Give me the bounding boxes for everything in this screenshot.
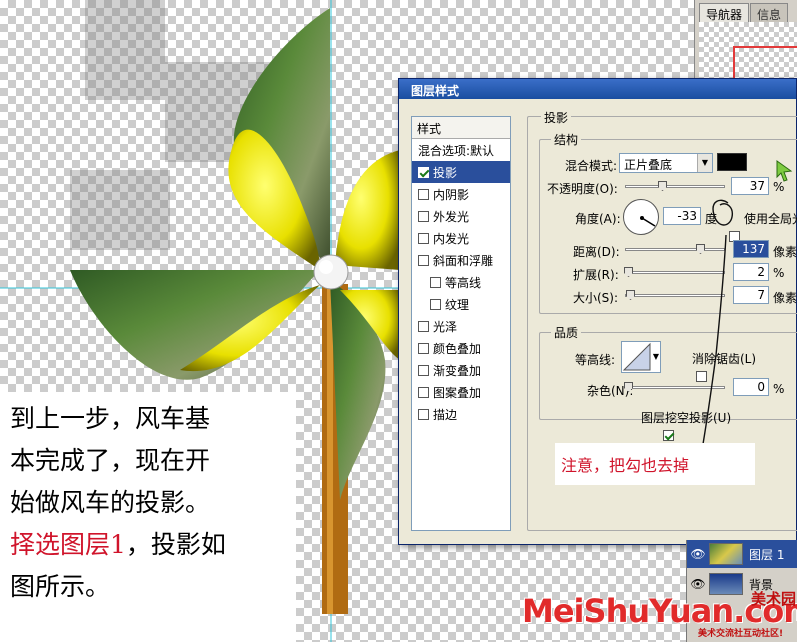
navigator-preview[interactable] [699,22,797,106]
quality-title: 品质 [551,324,582,341]
style-satin[interactable]: 光泽 [412,315,510,337]
structure-title: 结构 [551,131,582,148]
stroke-checkbox[interactable] [418,408,429,420]
opacity-field[interactable]: 37 [731,177,769,195]
style-bevel-emboss[interactable]: 斜面和浮雕 [412,249,510,271]
watermark-tagline: 美术交流社互动社区! [698,629,784,639]
blend-mode-select[interactable]: 正片叠底 ▼ [619,153,713,173]
contour-label: 等高线: [575,353,616,367]
opacity-unit: % [773,180,785,194]
eye-icon[interactable]: 👁 [687,547,709,561]
opacity-label: 不透明度(O): [547,182,618,196]
style-pattern-overlay[interactable]: 图案叠加 [412,381,510,403]
shadow-color-swatch[interactable] [717,153,747,171]
style-label: 内发光 [433,231,470,246]
section-title: 投影 [541,109,572,126]
blend-mode-label: 混合模式: [565,159,618,173]
angle-label: 角度(A): [575,212,621,226]
spread-unit: % [773,266,785,280]
style-inner-shadow[interactable]: 内阴影 [412,183,510,205]
style-inner-glow[interactable]: 内发光 [412,227,510,249]
pattern-overlay-checkbox[interactable] [418,386,429,398]
size-unit: 像素 [773,291,797,305]
contour-checkbox[interactable] [430,276,441,288]
style-blending-options[interactable]: 混合选项:默认 [412,139,510,161]
tutorial-highlight: 择选图层1 [10,530,126,559]
tutorial-line: 始做风车的投影。 [10,488,211,517]
gradient-overlay-checkbox[interactable] [418,364,429,376]
layer-thumbnail [709,543,743,565]
tutorial-line: 到上一步，风车基 [10,404,211,433]
pinwheel-yellow-top [335,150,400,270]
annotation-stroke [701,199,734,451]
inner-glow-checkbox[interactable] [418,232,429,244]
style-label: 等高线 [445,275,482,290]
angle-dial-needle-icon [640,216,656,227]
drop-shadow-checkbox[interactable] [418,166,429,178]
style-color-overlay[interactable]: 颜色叠加 [412,337,510,359]
tutorial-text-rest: ，投影如 [125,530,226,559]
outer-glow-checkbox[interactable] [418,210,429,222]
style-label: 纹理 [445,297,470,312]
distance-label: 距离(D): [573,245,620,259]
style-label: 斜面和浮雕 [433,253,494,268]
blend-mode-value: 正片叠底 [624,158,673,172]
bevel-emboss-checkbox[interactable] [418,254,429,266]
layer-name: 图层 1 [749,547,785,562]
style-contour[interactable]: 等高线 [412,271,510,293]
layer-row-layer1[interactable]: 👁 图层 1 [687,540,797,568]
style-label: 外发光 [433,209,470,224]
annotation-note: 注意，把勾也去掉 [555,443,755,485]
tab-info[interactable]: 信息 [750,3,789,22]
style-label: 描边 [433,407,458,422]
styles-list: 样式 混合选项:默认 投影 内阴影 外发光 内发光 斜面和浮雕 等高线 纹理 光… [411,116,511,531]
style-texture[interactable]: 纹理 [412,293,510,315]
style-label: 光泽 [433,319,458,334]
navigator-panel: 导航器 信息 [694,0,797,106]
size-label: 大小(S): [573,291,619,305]
chevron-down-icon: ▼ [697,154,712,172]
watermark-brand: 美术园 [750,590,796,608]
spread-label: 扩展(R): [573,268,619,282]
noise-unit: % [773,382,785,396]
dialog-title[interactable]: 图层样式 [399,79,796,99]
style-outer-glow[interactable]: 外发光 [412,205,510,227]
style-stroke[interactable]: 描边 [412,403,510,425]
color-overlay-checkbox[interactable] [418,342,429,354]
tab-navigator[interactable]: 导航器 [699,3,750,22]
style-drop-shadow[interactable]: 投影 [412,161,510,183]
style-label: 内阴影 [433,187,470,202]
knockout-checkbox[interactable] [662,430,674,441]
chevron-down-icon: ▼ [652,352,659,361]
tutorial-line: 图所示。 [10,572,111,601]
texture-checkbox[interactable] [430,298,441,310]
inner-shadow-checkbox[interactable] [418,188,429,200]
distance-unit: 像素 [773,245,797,259]
satin-checkbox[interactable] [418,320,429,332]
tutorial-line: 本完成了，现在开 [10,446,211,475]
angle-dial[interactable] [623,199,659,235]
style-gradient-overlay[interactable]: 渐变叠加 [412,359,510,381]
global-light-label: 使用全局光 [744,212,797,226]
opacity-slider[interactable] [625,181,725,191]
navigator-tabs: 导航器 信息 [695,0,797,22]
pinwheel-hub [313,254,349,290]
tutorial-text: 到上一步，风车基 本完成了，现在开 始做风车的投影。 择选图层1，投影如 图所示… [0,392,296,642]
contour-curve-icon [622,342,651,371]
style-label: 渐变叠加 [433,363,482,378]
tutorial-line: 择选图层1，投影如 [10,524,290,566]
style-label: 颜色叠加 [433,341,482,356]
style-label: 图案叠加 [433,385,482,400]
contour-picker[interactable]: ▼ [621,341,661,373]
style-label: 投影 [433,165,458,180]
styles-list-header[interactable]: 样式 [412,117,510,139]
quality-group [539,332,797,420]
style-label: 混合选项:默认 [418,143,495,158]
